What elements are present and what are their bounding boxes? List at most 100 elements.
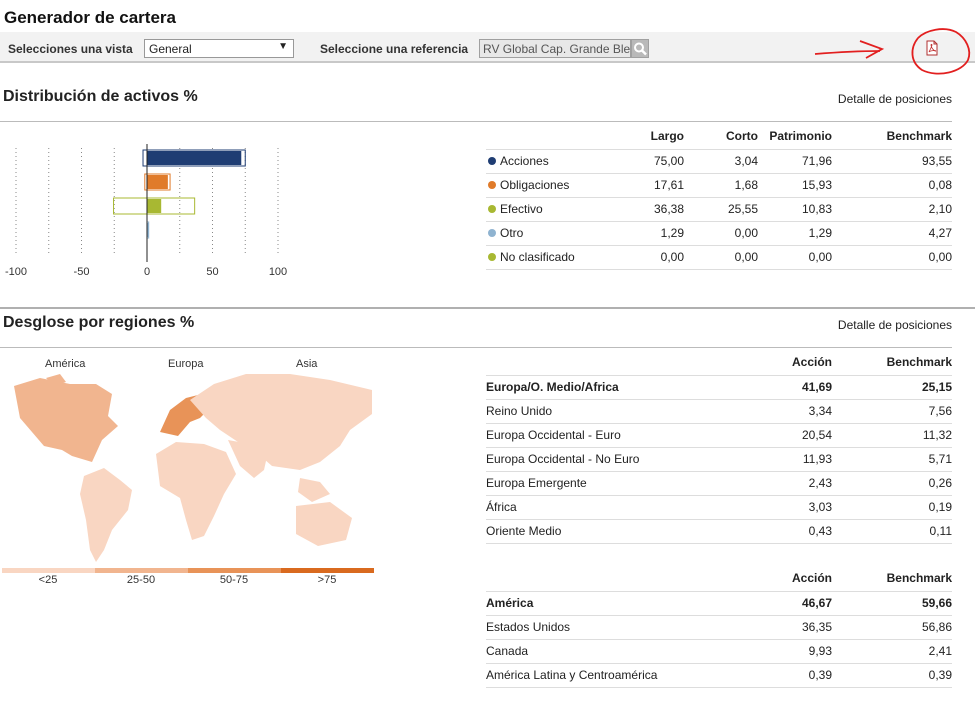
- tick-label: 100: [269, 266, 287, 278]
- asset-label-cell: Efectivo: [486, 196, 631, 221]
- asset-label: Efectivo: [500, 202, 543, 216]
- col-largo: Largo: [650, 128, 684, 143]
- asset-label-cell: Obligaciones: [486, 172, 631, 197]
- asset-row: No clasificado 0,00 0,00 0,00 0,00: [486, 244, 952, 270]
- region-label: Europa Occidental - No Euro: [486, 446, 736, 471]
- benchmark-cell: 11,32: [832, 422, 952, 447]
- asset-section-title: Distribución de activos %: [3, 88, 198, 105]
- legend-dot-icon: [488, 229, 496, 237]
- accion-cell: 46,67: [736, 590, 832, 615]
- asset-row: Otro 1,29 0,00 1,29 4,27: [486, 220, 952, 245]
- reference-label: Seleccione una referencia: [320, 42, 469, 56]
- corto-cell: 3,04: [684, 148, 758, 173]
- benchmark-cell: 2,41: [832, 638, 952, 663]
- benchmark-cell: 4,27: [832, 220, 952, 245]
- reference-input[interactable]: RV Global Cap. Grande Ble: [479, 39, 631, 58]
- view-label: Selecciones una vista: [8, 42, 133, 56]
- asset-label-cell: Otro: [486, 220, 631, 245]
- asset-label: No clasificado: [500, 250, 575, 264]
- region-label: Europa/O. Medio/Africa: [486, 374, 736, 399]
- map-label-asia: Asia: [296, 358, 318, 370]
- view-select[interactable]: General ▼: [144, 39, 294, 58]
- accion-cell: 3,34: [736, 398, 832, 423]
- col-corto: Corto: [726, 128, 758, 143]
- accion-cell: 0,43: [736, 518, 832, 544]
- benchmark-cell: 56,86: [832, 614, 952, 639]
- asset-divider: [0, 121, 952, 122]
- region-label: Canada: [486, 638, 736, 663]
- legend-label: 50-75: [219, 574, 249, 586]
- corto-cell: 1,68: [684, 172, 758, 197]
- col-patrimonio: Patrimonio: [769, 128, 832, 143]
- largo-cell: 36,38: [631, 196, 684, 221]
- corto-cell: 0,00: [684, 244, 758, 270]
- asset-table: Largo Corto Patrimonio Benchmark Accione…: [486, 127, 952, 270]
- largo-cell: 17,61: [631, 172, 684, 197]
- map-africa: [156, 442, 236, 540]
- accion-cell: 36,35: [736, 614, 832, 639]
- accion-cell: 41,69: [736, 374, 832, 399]
- region-row: Europa/O. Medio/Africa 41,69 25,15: [486, 374, 952, 399]
- accion-cell: 20,54: [736, 422, 832, 447]
- accion-cell: 0,39: [736, 662, 832, 688]
- asset-label: Acciones: [500, 154, 549, 168]
- map-north-america: [14, 378, 118, 462]
- benchmark-cell: 2,10: [832, 196, 952, 221]
- region-row: Europa Occidental - No Euro 11,93 5,71: [486, 446, 952, 471]
- col-benchmark-region-2: Benchmark: [886, 570, 952, 585]
- legend-label: >75: [317, 574, 337, 586]
- legend-label: 25-50: [126, 574, 156, 586]
- accion-cell: 3,03: [736, 494, 832, 519]
- asset-row: Efectivo 36,38 25,55 10,83 2,10: [486, 196, 952, 221]
- asset-detail-link[interactable]: Detalle de posiciones: [838, 92, 952, 106]
- region-row: América Latina y Centroamérica 0,39 0,39: [486, 662, 952, 688]
- legend-swatch: [95, 568, 188, 573]
- largo-cell: 0,00: [631, 244, 684, 270]
- region-row: Europa Occidental - Euro 20,54 11,32: [486, 422, 952, 447]
- map-south-america: [80, 468, 132, 562]
- map-southeast-asia: [298, 478, 330, 502]
- legend-dot-icon: [488, 181, 496, 189]
- benchmark-cell: 0,26: [832, 470, 952, 495]
- legend-swatch: [281, 568, 374, 573]
- region-label: Europa Emergente: [486, 470, 736, 495]
- section-divider: [0, 307, 975, 309]
- region-table-america: Acción Benchmark América 46,67 59,66 Estado…: [486, 569, 952, 688]
- region-row: Estados Unidos 36,35 56,86: [486, 614, 952, 639]
- bar: [147, 199, 162, 213]
- region-label: Oriente Medio: [486, 518, 736, 544]
- tick-label: 0: [144, 266, 150, 278]
- accion-cell: 11,93: [736, 446, 832, 471]
- region-row: América 46,67 59,66: [486, 590, 952, 615]
- benchmark-cell: 59,66: [832, 590, 952, 615]
- benchmark-cell: 0,39: [832, 662, 952, 688]
- patrimonio-cell: 15,93: [758, 172, 832, 197]
- asset-label: Obligaciones: [500, 178, 570, 192]
- region-label: América Latina y Centroamérica: [486, 662, 736, 688]
- benchmark-cell: 0,19: [832, 494, 952, 519]
- region-label: Europa Occidental - Euro: [486, 422, 736, 447]
- search-button[interactable]: [631, 39, 649, 58]
- accion-cell: 9,93: [736, 638, 832, 663]
- col-benchmark: Benchmark: [886, 128, 952, 143]
- benchmark-cell: 25,15: [832, 374, 952, 399]
- corto-cell: 25,55: [684, 196, 758, 221]
- map-australia: [296, 502, 352, 546]
- region-label: África: [486, 494, 736, 519]
- col-accion-2: Acción: [791, 570, 832, 585]
- tick-label: -50: [74, 266, 90, 278]
- col-benchmark-region: Benchmark: [886, 354, 952, 369]
- legend-dot-icon: [488, 205, 496, 213]
- region-row: Europa Emergente 2,43 0,26: [486, 470, 952, 495]
- region-row: Reino Unido 3,34 7,56: [486, 398, 952, 423]
- region-detail-link[interactable]: Detalle de posiciones: [838, 318, 952, 332]
- bar: [147, 175, 168, 189]
- patrimonio-cell: 10,83: [758, 196, 832, 221]
- benchmark-cell: 0,08: [832, 172, 952, 197]
- page-title: Generador de cartera: [4, 8, 176, 27]
- map-label-america: América: [45, 358, 86, 370]
- largo-cell: 1,29: [631, 220, 684, 245]
- largo-cell: 75,00: [631, 148, 684, 173]
- region-divider: [0, 347, 952, 348]
- legend-dot-icon: [488, 157, 496, 165]
